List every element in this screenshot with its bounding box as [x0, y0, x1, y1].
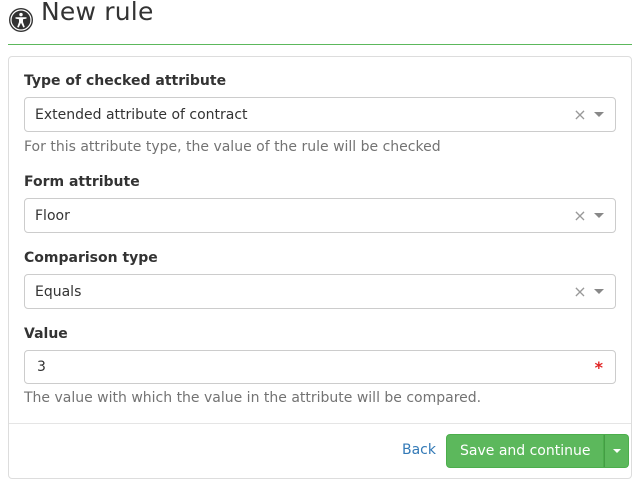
type-select-value: Extended attribute of contract — [35, 106, 248, 123]
save-and-continue-button[interactable]: Save and continue — [446, 434, 605, 468]
back-link[interactable]: Back — [402, 442, 436, 458]
type-field-help: For this attribute type, the value of th… — [24, 139, 441, 155]
value-field-help: The value with which the value in the at… — [24, 390, 482, 406]
comparison-type-value: Equals — [35, 283, 82, 300]
value-input[interactable]: 3 * — [24, 350, 616, 384]
page-header: New rule — [8, 0, 632, 45]
type-select[interactable]: Extended attribute of contract × — [24, 97, 616, 132]
page-title: New rule — [41, 0, 154, 27]
form-attribute-label: Form attribute — [24, 174, 140, 190]
value-input-text: 3 — [37, 359, 46, 375]
clear-icon[interactable]: × — [572, 207, 588, 224]
rule-form-panel: Type of checked attribute Extended attri… — [8, 56, 632, 479]
chevron-down-icon[interactable] — [594, 213, 604, 218]
clear-icon[interactable]: × — [572, 106, 588, 123]
save-button-group: Save and continue — [446, 434, 630, 468]
form-attribute-value: Floor — [35, 207, 70, 224]
save-options-toggle[interactable] — [604, 434, 630, 468]
chevron-down-icon[interactable] — [594, 112, 604, 117]
comparison-type-select[interactable]: Equals × — [24, 274, 616, 309]
clear-icon[interactable]: × — [572, 283, 588, 300]
comparison-type-label: Comparison type — [24, 250, 158, 266]
accessibility-icon — [8, 7, 34, 33]
chevron-down-icon[interactable] — [594, 289, 604, 294]
form-attribute-select[interactable]: Floor × — [24, 198, 616, 233]
footer-divider — [9, 423, 631, 424]
required-indicator: * — [594, 357, 603, 377]
value-field-label: Value — [24, 326, 68, 342]
type-field-label: Type of checked attribute — [24, 73, 227, 89]
caret-down-icon — [612, 449, 621, 453]
